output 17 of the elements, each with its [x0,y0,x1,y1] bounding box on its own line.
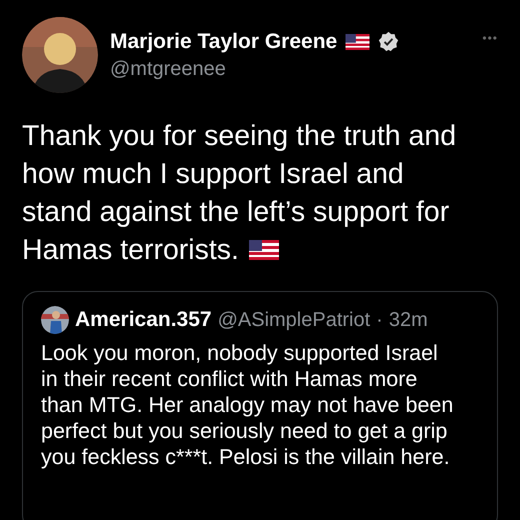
tweet-text-line: stand against the left’s support for [22,195,450,230]
avatar [41,306,69,334]
avatar[interactable] [22,17,98,93]
quoted-tweet-text: Look you moron, nobody supported Israel in their recent conflict with Hamas more than MTG. Her analogy may not have been perfect but you seriously need to get a grip you feckless c***t. Pelosi is the villain here. [41,340,454,470]
timestamp: 32m [388,308,428,332]
quoted-author-handle: @ASimplePatriot [218,308,370,332]
quoted-author-name: American.357 [75,308,212,332]
author-handle[interactable]: @mtgreenee [110,58,470,80]
tweet-text-line: how much I support Israel and [22,157,404,192]
more-button[interactable]: ••• [482,31,498,45]
author-name[interactable]: Marjorie Taylor Greene [110,30,338,54]
separator: · [376,308,383,332]
quoted-tweet-card[interactable] [22,291,498,520]
tweet-text-line: Thank you for seeing the truth and [22,119,456,154]
flag-icon [248,240,279,260]
flag-icon [345,34,370,50]
tweet-text-line: Hamas terrorists. [22,233,239,268]
